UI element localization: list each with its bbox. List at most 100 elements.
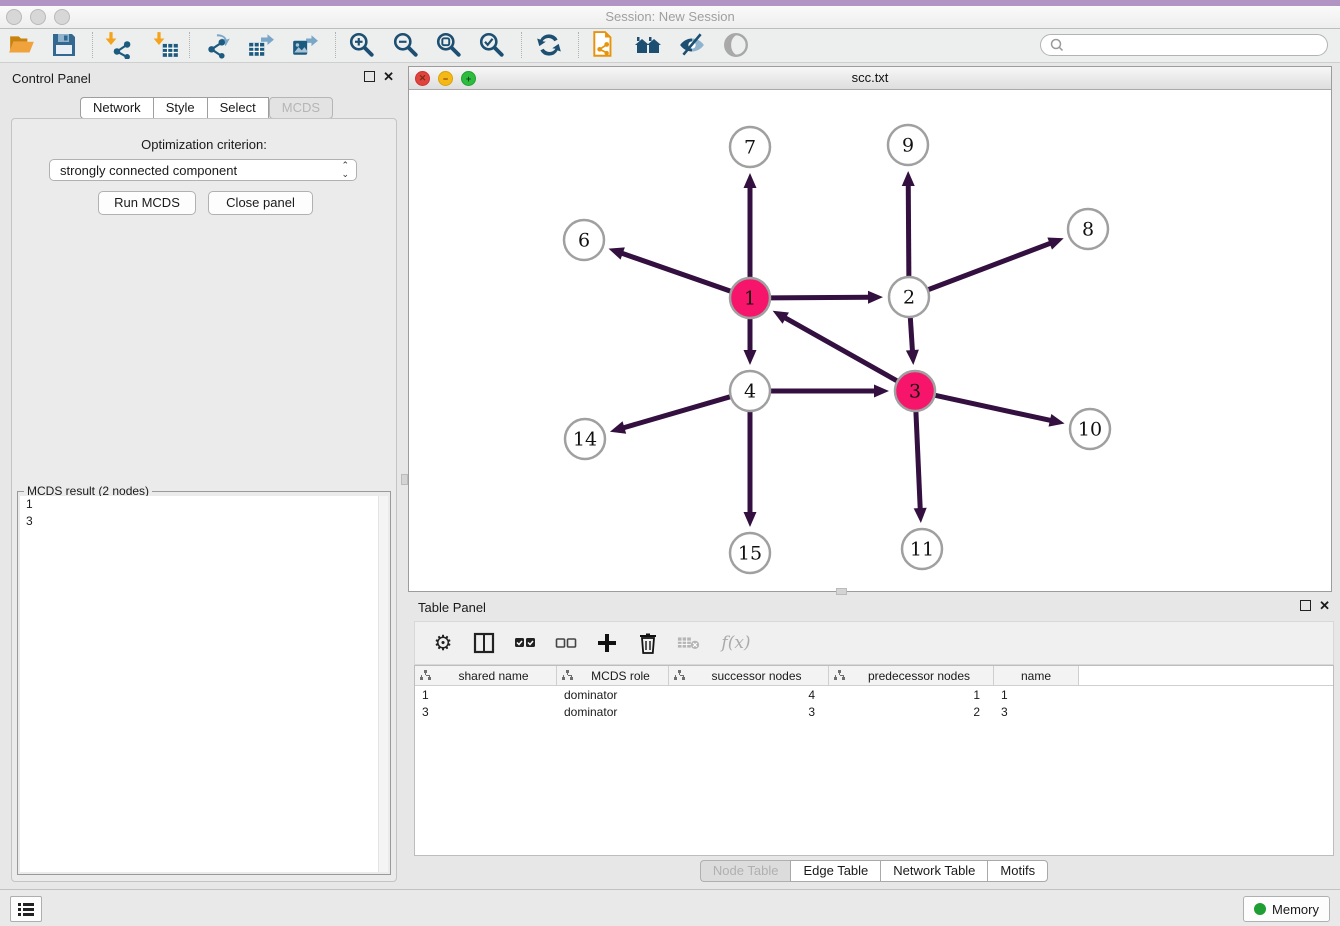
function-builder-icon: f(x): [718, 631, 754, 655]
show-all-icon: [718, 30, 754, 60]
table-panel-title: Table Panel: [418, 600, 486, 615]
network-from-selection-icon[interactable]: [586, 30, 622, 60]
memory-status-icon: [1254, 903, 1266, 915]
tab-network[interactable]: Network: [80, 97, 153, 119]
network-canvas[interactable]: 7968124314101511: [409, 89, 1331, 591]
graph-edge-3-10[interactable]: [935, 395, 1052, 420]
horizontal-splitter-handle[interactable]: [836, 588, 847, 595]
column-type-icon: [834, 670, 845, 681]
table-close-icon[interactable]: ✕: [1319, 600, 1330, 611]
apply-layout-icon[interactable]: [531, 30, 567, 60]
export-table-icon[interactable]: [243, 30, 279, 60]
graph-node-label-10: 10: [1078, 419, 1102, 441]
tab-select[interactable]: Select: [207, 97, 269, 119]
save-session-icon[interactable]: [46, 30, 82, 60]
criterion-select[interactable]: strongly connected component ⌃⌄: [49, 159, 357, 181]
graph-arrowhead-4-15: [744, 512, 757, 527]
graph-node-label-8: 8: [1082, 219, 1094, 241]
table-cell: 2: [829, 705, 994, 719]
vertical-splitter-handle[interactable]: [401, 474, 408, 485]
delete-table-icon: [677, 631, 701, 655]
zoom-out-icon[interactable]: [388, 30, 424, 60]
result-line: 1: [20, 496, 388, 513]
export-image-icon[interactable]: [287, 30, 323, 60]
network-window-titlebar: ✕ − + scc.txt: [409, 67, 1331, 90]
column-header-shared-name[interactable]: shared name: [415, 666, 557, 685]
graph-edge-2-3[interactable]: [910, 317, 912, 352]
node-table: shared nameMCDS rolesuccessor nodesprede…: [414, 665, 1334, 856]
table-cell: 3: [669, 705, 829, 719]
export-network-icon[interactable]: [200, 30, 236, 60]
graph-edge-1-6[interactable]: [621, 253, 731, 292]
delete-column-icon[interactable]: [636, 631, 660, 655]
table-row[interactable]: 1dominator411: [415, 686, 1333, 703]
table-cell: 1: [829, 688, 994, 702]
mcds-result-box: MCDS result (2 nodes) 13: [17, 491, 391, 875]
table-cell: 3: [415, 705, 557, 719]
table-settings-icon[interactable]: ⚙: [431, 631, 455, 655]
graph-node-label-9: 9: [902, 135, 914, 157]
table-float-icon[interactable]: [1300, 600, 1311, 611]
hide-selected-icon[interactable]: [674, 30, 710, 60]
import-network-icon[interactable]: [100, 30, 136, 60]
tab-style[interactable]: Style: [153, 97, 207, 119]
graph-arrowhead-1-4: [744, 350, 757, 365]
search-input[interactable]: [1067, 37, 1327, 53]
graph-edge-4-14[interactable]: [622, 397, 730, 429]
control-panel: Control Panel ✕ Network Style Select MCD…: [4, 66, 402, 882]
graph-edge-2-9[interactable]: [908, 184, 909, 277]
close-panel-button[interactable]: Close panel: [208, 191, 313, 215]
graph-node-label-11: 11: [910, 539, 934, 561]
table-cell: 1: [994, 688, 1079, 702]
table-header-row: shared nameMCDS rolesuccessor nodesprede…: [415, 666, 1333, 686]
task-history-button[interactable]: [10, 896, 42, 922]
graph-edge-1-2[interactable]: [770, 297, 870, 298]
table-cell: dominator: [557, 705, 669, 719]
graph-node-label-2: 2: [903, 287, 915, 309]
tab-edge-table[interactable]: Edge Table: [790, 860, 880, 882]
import-table-icon[interactable]: [148, 30, 184, 60]
tab-mcds[interactable]: MCDS: [269, 97, 333, 119]
memory-button[interactable]: Memory: [1243, 896, 1330, 922]
network-title: scc.txt: [409, 67, 1331, 89]
table-cell: 1: [415, 688, 557, 702]
zoom-fit-icon[interactable]: [431, 30, 467, 60]
column-header-successor-nodes[interactable]: successor nodes: [669, 666, 829, 685]
add-column-icon[interactable]: [595, 631, 619, 655]
open-file-icon[interactable]: [4, 30, 40, 60]
run-mcds-button[interactable]: Run MCDS: [98, 191, 196, 215]
graph-arrowhead-1-2: [868, 291, 883, 304]
graph-node-label-14: 14: [573, 429, 597, 451]
column-header-name[interactable]: name: [994, 666, 1079, 685]
column-header-predecessor-nodes[interactable]: predecessor nodes: [829, 666, 994, 685]
mcds-result-list[interactable]: 13: [20, 496, 388, 872]
float-panel-icon[interactable]: [364, 71, 375, 82]
tab-node-table[interactable]: Node Table: [700, 860, 791, 882]
control-panel-tabs: Network Style Select MCDS: [80, 97, 333, 119]
graph-edge-2-8[interactable]: [928, 243, 1052, 290]
graph-arrowhead-1-7: [744, 173, 757, 188]
first-neighbors-icon[interactable]: [630, 30, 666, 60]
deselect-all-columns-icon[interactable]: [554, 631, 578, 655]
graph-node-label-4: 4: [744, 381, 756, 403]
close-panel-icon[interactable]: ✕: [383, 71, 394, 82]
toggle-panes-icon[interactable]: [472, 631, 496, 655]
table-cell: dominator: [557, 688, 669, 702]
tab-network-table[interactable]: Network Table: [880, 860, 987, 882]
graph-edge-3-1[interactable]: [784, 317, 898, 381]
column-header-MCDS-role[interactable]: MCDS role: [557, 666, 669, 685]
memory-label: Memory: [1272, 902, 1319, 917]
tab-motifs[interactable]: Motifs: [987, 860, 1048, 882]
graph-arrowhead-2-8: [1047, 237, 1063, 249]
table-row[interactable]: 3dominator323: [415, 703, 1333, 720]
table-cell: 3: [994, 705, 1079, 719]
select-all-columns-icon[interactable]: [513, 631, 537, 655]
graph-edge-3-11[interactable]: [916, 411, 920, 510]
zoom-in-icon[interactable]: [344, 30, 380, 60]
graph-node-label-15: 15: [738, 543, 762, 565]
zoom-selected-icon[interactable]: [474, 30, 510, 60]
table-toolbar: ⚙ f(x): [414, 621, 1334, 665]
titlebar: Session: New Session: [0, 6, 1340, 29]
result-scrollbar[interactable]: [378, 496, 388, 872]
list-icon: [17, 901, 35, 917]
